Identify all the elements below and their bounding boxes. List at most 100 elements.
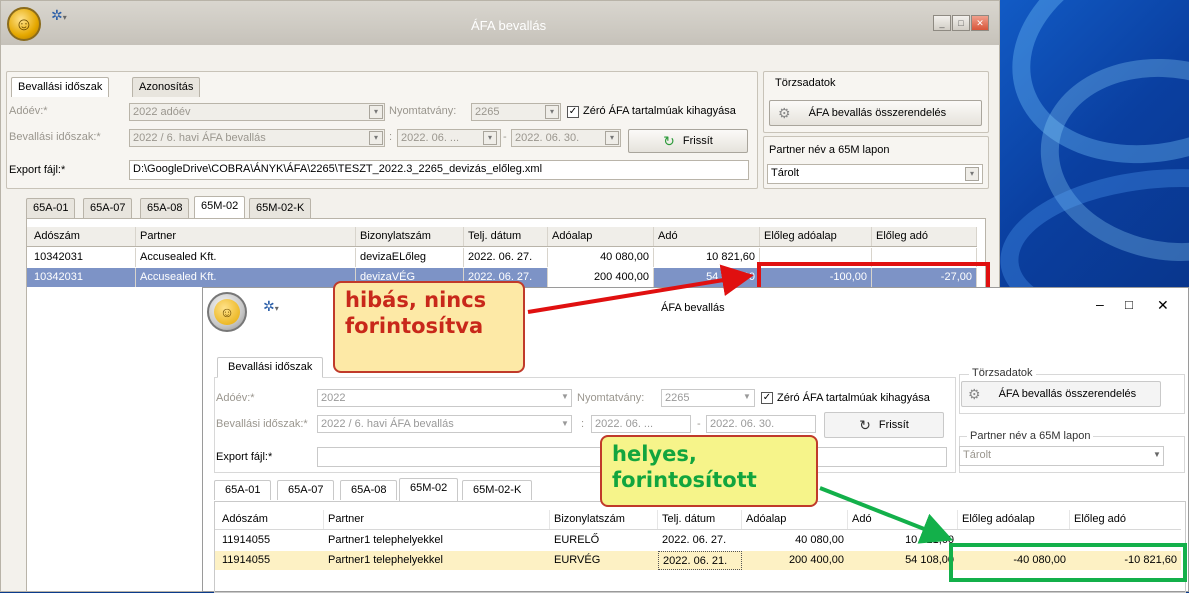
osszerendeles-button[interactable]: ⚙ ÁFA bevallás összerendelés (769, 100, 982, 126)
col-ado[interactable]: Adó (654, 227, 760, 246)
refresh-icon: ↻ (859, 416, 871, 433)
zero-afa-checkbox[interactable]: ✓ (567, 106, 579, 118)
chevron-down-icon[interactable]: ▾ (605, 131, 619, 145)
zero-afa-label: Zéró ÁFA tartalmúak kihagyása (583, 105, 736, 117)
osszerendeles-label: ÁFA bevallás összerendelés (808, 107, 947, 119)
frissit-label: Frissít (682, 135, 713, 147)
app-orb-icon[interactable]: ☺ (7, 7, 41, 41)
zero-afa-checkbox[interactable]: ✓ (761, 392, 773, 404)
adoev-select[interactable]: 2022 (317, 389, 572, 407)
nyomtatvany-label: Nyomtatvány: (577, 392, 645, 404)
export-label: Export fájl:* (9, 164, 66, 176)
correct-callout: helyes, forintosított (600, 435, 818, 507)
col-bizonylatszam[interactable]: Bizonylatszám (550, 510, 658, 529)
chevron-down-icon[interactable]: ▼ (1153, 450, 1161, 459)
colon-label: : (581, 418, 585, 430)
col-adoszam[interactable]: Adószám (30, 227, 136, 246)
maximize-button[interactable]: □ (1125, 297, 1133, 312)
idoszak-select[interactable]: 2022 / 6. havi ÁFA bevallás (129, 129, 385, 147)
chevron-down-icon[interactable]: ▼ (561, 419, 569, 428)
col-telj-datum[interactable]: Telj. dátum (658, 510, 742, 529)
zero-afa-label: Zéró ÁFA tartalmúak kihagyása (777, 392, 930, 404)
osszerendeles-label: ÁFA bevallás összerendelés (998, 388, 1137, 400)
tab-azonositas[interactable]: Azonosítás (132, 77, 201, 97)
close-button[interactable]: ✕ (971, 15, 989, 31)
tab-65a-01[interactable]: 65A-01 (214, 480, 272, 500)
col-eloleg-adoalap[interactable]: Előleg adóalap (958, 510, 1070, 529)
col-eloleg-adoalap[interactable]: Előleg adóalap (760, 227, 872, 246)
adoev-label: Adóév:* (9, 105, 48, 117)
frissit-button[interactable]: ↻ Frissít (824, 412, 944, 438)
chevron-down-icon[interactable]: ▾ (369, 105, 383, 119)
nyomtatvany-select[interactable]: 2265 (661, 389, 755, 407)
chevron-down-icon[interactable]: ▼ (743, 392, 751, 401)
osszerendeles-button[interactable]: ⚙ ÁFA bevallás összerendelés (961, 381, 1161, 407)
correct-highlight-box (949, 543, 1187, 582)
adoev-label: Adóév:* (216, 392, 255, 404)
date-from-input[interactable]: 2022. 06. ... (591, 415, 691, 433)
idoszak-label: Bevallási időszak:* (216, 418, 308, 430)
chevron-down-icon[interactable]: ▾ (965, 167, 979, 181)
partner-nev-select[interactable]: Tárolt (767, 164, 983, 184)
correct-callout-line-2: forintosított (612, 468, 757, 492)
tab-65a-07[interactable]: 65A-07 (83, 198, 133, 218)
col-partner[interactable]: Partner (324, 510, 550, 529)
partner-nev-label: Partner név a 65M lapon (967, 430, 1094, 442)
error-callout-line-2: forintosítva (345, 314, 484, 338)
tab-65m-02[interactable]: 65M-02 (399, 478, 459, 502)
partner-nev-label: Partner név a 65M lapon (769, 144, 890, 156)
date-sep: - (697, 418, 701, 430)
gear-icon[interactable]: ✲▾ (263, 298, 279, 315)
window-title: ÁFA bevallás (471, 18, 547, 33)
grid-header: Adószám Partner Bizonylatszám Telj. dátu… (215, 510, 1181, 530)
idoszak-select[interactable]: 2022 / 6. havi ÁFA bevallás (317, 415, 572, 433)
col-eloleg-ado[interactable]: Előleg adó (872, 227, 977, 246)
tab-65a-08[interactable]: 65A-08 (140, 198, 190, 218)
col-eloleg-ado[interactable]: Előleg adó (1070, 510, 1181, 529)
tab-bevallasi-idoszak[interactable]: Bevallási időszak (217, 357, 324, 378)
col-adoszam[interactable]: Adószám (218, 510, 324, 529)
minimize-button[interactable]: _ (933, 15, 951, 31)
maximize-button[interactable]: □ (952, 15, 970, 31)
chevron-down-icon[interactable]: ▾ (483, 131, 497, 145)
export-file-input[interactable]: D:\GoogleDrive\COBRA\ÁNYK\ÁFA\2265\TESZT… (129, 160, 749, 180)
idoszak-label: Bevallási időszak:* (9, 131, 101, 143)
grid-header: Adószám Partner Bizonylatszám Telj. dátu… (27, 227, 977, 247)
close-button[interactable]: ✕ (1157, 297, 1169, 314)
tab-65a-01[interactable]: 65A-01 (26, 198, 76, 218)
refresh-icon: ↻ (663, 132, 675, 149)
col-adoalap[interactable]: Adóalap (548, 227, 654, 246)
tab-65a-08[interactable]: 65A-08 (340, 480, 398, 500)
col-bizonylatszam[interactable]: Bizonylatszám (356, 227, 464, 246)
date-to-input[interactable]: 2022. 06. 30. (706, 415, 816, 433)
col-partner[interactable]: Partner (136, 227, 356, 246)
gear-icon: ⚙ (778, 104, 791, 121)
adoev-select[interactable]: 2022 adóév (129, 103, 385, 121)
tab-65m-02-k[interactable]: 65M-02-K (249, 198, 312, 218)
window-title: ÁFA bevallás (661, 302, 725, 314)
chevron-down-icon[interactable]: ▾ (545, 105, 559, 119)
tab-bevallasi-idoszak[interactable]: Bevallási időszak (11, 77, 110, 97)
partner-nev-select[interactable]: Tárolt (959, 446, 1164, 466)
col-adoalap[interactable]: Adóalap (742, 510, 848, 529)
correct-callout-line-1: helyes, (612, 442, 697, 466)
nyomtatvany-label: Nyomtatvány: (389, 105, 457, 117)
tab-65m-02-k[interactable]: 65M-02-K (462, 480, 533, 500)
title-bar: ☺ ✲▾ ÁFA bevallás _ □ ✕ (1, 1, 999, 45)
app-orb-icon[interactable]: ☺ (207, 292, 247, 332)
col-telj-datum[interactable]: Telj. dátum (464, 227, 548, 246)
tab-65m-02[interactable]: 65M-02 (194, 196, 246, 218)
error-callout: hibás, nincs forintosítva (333, 281, 525, 373)
frissit-button[interactable]: ↻ Frissít (628, 129, 748, 153)
gear-icon[interactable]: ✲▾ (51, 7, 67, 24)
frissit-label: Frissít (878, 419, 909, 431)
minimize-button[interactable]: – (1096, 296, 1104, 312)
gear-icon: ⚙ (968, 385, 981, 402)
export-label: Export fájl:* (216, 451, 273, 463)
tab-65a-07[interactable]: 65A-07 (277, 480, 335, 500)
torzsadatok-title: Törzsadatok (775, 77, 836, 89)
error-callout-line-1: hibás, nincs (345, 288, 487, 312)
chevron-down-icon[interactable]: ▾ (369, 131, 383, 145)
col-ado[interactable]: Adó (848, 510, 958, 529)
chevron-down-icon[interactable]: ▼ (561, 392, 569, 401)
